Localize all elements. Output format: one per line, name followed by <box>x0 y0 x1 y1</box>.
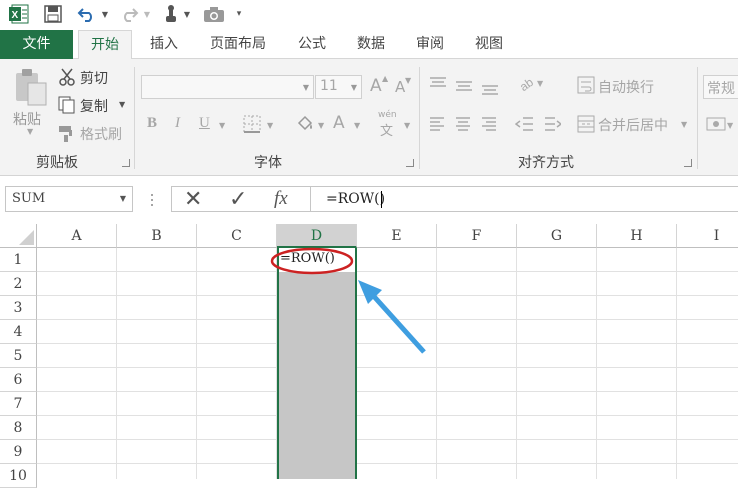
svg-text:▼: ▼ <box>537 79 544 88</box>
borders-icon[interactable] <box>243 115 263 133</box>
tab-formulas[interactable]: 公式 <box>285 30 339 59</box>
wrap-text-icon[interactable] <box>577 76 595 94</box>
font-size-combo[interactable]: 11 ▼ <box>315 75 362 99</box>
copy-button[interactable]: 复制 <box>80 96 108 116</box>
customize-qat-icon[interactable]: ▾ <box>232 4 246 24</box>
currency-format-icon[interactable]: ▼ <box>706 115 734 133</box>
borders-dropdown-icon[interactable]: ▼ <box>267 121 273 130</box>
grow-font-icon: ▲ <box>382 74 389 83</box>
copy-dropdown-icon[interactable]: ▼ <box>119 100 125 109</box>
save-icon[interactable] <box>42 4 64 24</box>
svg-text:X: X <box>12 10 19 21</box>
redo-icon[interactable] <box>118 4 140 24</box>
number-format-combo[interactable]: 常规 <box>703 75 738 99</box>
excel-logo-icon: X <box>8 4 30 24</box>
underline-button[interactable]: U <box>199 115 210 132</box>
formula-input[interactable]: =ROW() <box>310 186 738 212</box>
group-separator <box>134 67 135 169</box>
group-separator <box>419 67 420 169</box>
tab-page-layout[interactable]: 页面布局 <box>196 30 280 59</box>
copy-icon[interactable] <box>58 96 76 114</box>
merge-center-dropdown-icon[interactable]: ▼ <box>681 120 687 129</box>
paste-dropdown-icon[interactable]: ▼ <box>27 127 33 136</box>
format-painter-icon[interactable] <box>58 124 76 142</box>
touch-dropdown-icon[interactable]: ▼ <box>182 4 192 24</box>
highlight-ellipse <box>270 247 354 275</box>
tab-view[interactable]: 视图 <box>462 30 516 59</box>
wrap-text-button[interactable]: 自动换行 <box>598 77 654 97</box>
name-box-dropdown-icon[interactable]: ▼ <box>120 194 126 203</box>
italic-button[interactable]: I <box>175 115 180 132</box>
worksheet-grid[interactable]: A B C D E F G H I 1 2 3 4 5 6 7 8 9 10 =… <box>0 224 738 488</box>
formula-bar: SUM ▼ ✕ ✓ fx =ROW() <box>0 177 738 224</box>
undo-icon[interactable] <box>76 4 98 24</box>
ribbon-home: 粘贴 ▼ 剪切 复制 ▼ 格式刷 剪贴板 ▼ 11 ▼ A ▲ A ▼ B I … <box>0 59 738 176</box>
alignment-launcher-icon[interactable] <box>684 159 692 167</box>
ribbon-tab-bar: 文件 开始 插入 页面布局 公式 数据 审阅 视图 <box>0 30 738 60</box>
redo-dropdown-icon[interactable]: ▼ <box>142 4 152 24</box>
cut-button[interactable]: 剪切 <box>80 68 108 88</box>
bold-button[interactable]: B <box>147 115 157 132</box>
paste-button[interactable]: 粘贴 <box>13 109 41 129</box>
orientation-icon[interactable]: ab ▼ <box>517 73 545 94</box>
fill-color-dropdown-icon[interactable]: ▼ <box>318 121 324 130</box>
underline-dropdown-icon[interactable]: ▼ <box>219 121 225 130</box>
grow-font-button[interactable]: A <box>370 76 382 96</box>
enter-icon[interactable]: ✓ <box>229 187 247 212</box>
phonetic-pinyin: wén <box>378 110 397 120</box>
tab-insert[interactable]: 插入 <box>137 30 191 59</box>
undo-dropdown-icon[interactable]: ▼ <box>100 4 110 24</box>
camera-icon[interactable] <box>202 4 226 24</box>
name-box[interactable]: SUM ▼ <box>5 186 133 212</box>
formula-bar-grip-icon[interactable] <box>150 193 154 207</box>
insert-function-icon[interactable]: fx <box>274 188 288 210</box>
tab-review[interactable]: 审阅 <box>403 30 457 59</box>
annotation-overlay <box>270 247 426 354</box>
alignment-group-label: 对齐方式 <box>518 155 574 171</box>
group-separator <box>697 67 698 169</box>
phonetic-button[interactable]: 文 <box>380 120 393 139</box>
font-launcher-icon[interactable] <box>406 159 414 167</box>
font-size-dropdown-icon[interactable]: ▼ <box>351 83 357 92</box>
tab-data[interactable]: 数据 <box>344 30 398 59</box>
indent-icons <box>514 115 563 133</box>
font-name-dropdown-icon[interactable]: ▼ <box>303 83 309 92</box>
shrink-font-icon: ▼ <box>405 76 412 85</box>
formula-buttons: ✕ ✓ fx <box>171 186 311 212</box>
vertical-align-icons <box>428 75 510 97</box>
font-color-button[interactable]: A <box>333 113 345 133</box>
clipboard-launcher-icon[interactable] <box>122 159 130 167</box>
clipboard-group-label: 剪贴板 <box>36 155 78 171</box>
name-box-value: SUM <box>12 191 46 206</box>
fill-color-icon[interactable] <box>295 114 315 134</box>
text-cursor <box>381 191 382 208</box>
pointer-arrow-shaft <box>368 290 426 354</box>
font-group-label: 字体 <box>254 155 282 171</box>
svg-text:ab: ab <box>517 75 536 93</box>
tab-home[interactable]: 开始 <box>78 30 132 60</box>
cut-icon[interactable] <box>58 68 76 86</box>
cancel-icon[interactable]: ✕ <box>184 187 202 212</box>
quick-access-toolbar: X ▼ ▼ ▼ ▾ <box>0 0 738 30</box>
shrink-font-button[interactable]: A <box>395 78 405 96</box>
svg-text:▼: ▼ <box>727 121 734 130</box>
merge-center-icon[interactable] <box>577 115 595 133</box>
font-color-dropdown-icon[interactable]: ▼ <box>354 121 360 130</box>
formula-text: =ROW() <box>326 191 386 207</box>
touch-mode-icon[interactable] <box>160 4 182 24</box>
font-name-combo[interactable]: ▼ <box>141 75 314 99</box>
paste-icon[interactable] <box>14 67 48 107</box>
merge-center-button[interactable]: 合并后居中 <box>598 115 668 135</box>
format-painter-button[interactable]: 格式刷 <box>80 124 122 144</box>
tab-file[interactable]: 文件 <box>0 30 73 59</box>
phonetic-dropdown-icon[interactable]: ▼ <box>404 121 410 130</box>
horizontal-align-icons <box>428 115 510 133</box>
